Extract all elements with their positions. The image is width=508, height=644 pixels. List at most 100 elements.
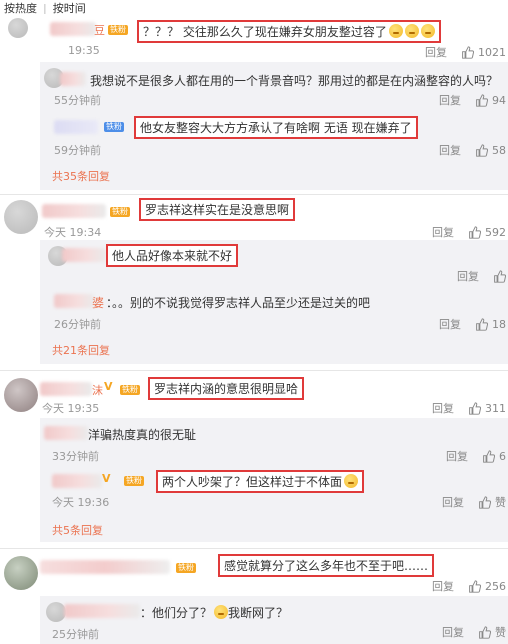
reply-text-continued: 我断网了？ [228,606,289,620]
comment-item: 豆 铁粉 ？？？ 交往那么久了现在嫌弃女朋友整过容了 19:35 回复 1021… [0,14,508,194]
thumb-up-icon [469,225,481,239]
avatar[interactable] [4,200,38,234]
reply-button[interactable]: 回复 [439,316,461,332]
verified-icon: V [104,380,113,393]
like-count: 18 [492,317,506,331]
reply-list: 他人品好像本来就不好 回复 婆 ：。。别的不说我觉得罗志祥人品至少还是过关的吧 … [40,240,508,364]
reply-text: ：。。别的不说我觉得罗志祥人品至少还是过关的吧 [106,296,371,310]
fan-badge: 铁粉 [120,385,140,395]
username[interactable] [54,120,98,134]
reply-text: ：他们分了？ 我断网了？ [140,605,289,620]
reply-button[interactable]: 回复 [446,448,468,464]
emoji-icon [214,605,229,619]
like-button[interactable]: 94 [475,94,506,107]
like-button[interactable]: 311 [468,402,506,415]
reply-text: 我想说不是很多人都在用的一个背景音吗？那用过的都是在内涵整容的人吗？ [90,74,499,88]
like-count: 256 [485,579,506,593]
reply-list: ：他们分了？ 我断网了？ 25分钟前 回复 赞 [40,596,508,644]
like-label: 赞 [495,496,506,509]
avatar[interactable] [46,602,66,622]
expand-replies-link[interactable]: 共5条回复 [52,522,103,538]
username[interactable] [62,248,106,262]
thumb-up-icon [469,401,481,415]
reply-time: 59分钟前 [54,144,101,157]
like-button[interactable]: 6 [482,450,506,463]
comment-item: 铁粉 罗志祥这样实在是没意思啊 今天 19:34 回复 592 他人品好像本来就… [0,196,508,368]
comment-text: ？？？ 交往那么久了现在嫌弃女朋友整过容了 [137,20,441,43]
comment-item: 沫 V 铁粉 罗志祥内涵的意思很明显哈 今天 19:35 回复 311 洋骗热度… [0,374,508,546]
fan-badge: 铁粉 [108,25,128,35]
avatar[interactable] [4,556,38,590]
username[interactable] [64,604,140,618]
reply-time: 今天 19:36 [52,496,110,509]
expand-replies-link[interactable]: 共21条回复 [52,342,110,358]
reply-time: 26分钟前 [54,318,101,331]
reply-button[interactable]: 回复 [439,142,461,158]
like-button[interactable]: 256 [468,580,506,593]
comment-actions: 回复 256 [432,578,506,594]
username[interactable] [40,382,92,396]
reply-button[interactable]: 回复 [432,224,454,240]
reply-time: 25分钟前 [52,628,99,641]
username-partial[interactable]: 婆 [92,294,104,311]
comment-item: 铁粉 感觉就算分了这么多年也不至于吧…… 回复 256 ：他们分了？ 我断网了？ … [0,552,508,644]
reply-text: 他女友整容大大方方承认了有啥啊 无语 现在嫌弃了 [134,116,418,139]
like-button[interactable]: 赞 [478,624,506,640]
thumb-up-icon [479,625,491,639]
avatar[interactable] [4,378,38,412]
username-partial[interactable]: 沫 [92,382,103,398]
reply-text: 洋骗热度真的很无耻 [88,428,197,442]
reply-button[interactable]: 回复 [439,92,461,108]
username[interactable] [44,426,88,440]
reply-button[interactable]: 回复 [457,268,479,284]
username[interactable] [54,294,94,308]
like-count: 592 [485,225,506,239]
reply-actions: 回复 18 [439,316,506,332]
like-button[interactable]: 592 [468,226,506,239]
like-button[interactable] [493,269,506,283]
username[interactable] [50,22,96,36]
thumb-up-icon [479,495,491,509]
fan-badge: 铁粉 [104,122,124,132]
like-button[interactable]: 58 [475,144,506,157]
comment-actions: 回复 311 [432,400,506,416]
username[interactable] [40,560,170,574]
like-button[interactable]: 18 [475,318,506,331]
username[interactable] [60,72,86,86]
comment-time: 19:35 [68,44,100,57]
divider [0,194,508,195]
expand-replies-link[interactable]: 共35条回复 [52,168,110,184]
like-count: 58 [492,143,506,157]
username[interactable] [52,474,102,488]
comment-actions: 回复 1021 [425,44,506,60]
like-count: 94 [492,93,506,107]
comment-text: 感觉就算分了这么多年也不至于吧…… [218,554,435,577]
reply-actions: 回复 6 [446,448,506,464]
reply-time: 55分钟前 [54,94,101,107]
like-count: 311 [485,401,506,415]
verified-icon: V [102,472,111,485]
avatar[interactable] [8,18,28,38]
fan-badge: 铁粉 [124,476,144,486]
fan-badge: 铁粉 [110,207,130,217]
username[interactable] [42,204,106,218]
like-button[interactable]: 1021 [461,46,506,59]
reply-button[interactable]: 回复 [432,400,454,416]
comment-text: 罗志祥内涵的意思很明显哈 [148,377,305,400]
reply-button[interactable]: 回复 [442,624,464,640]
username-partial[interactable]: 豆 [94,22,105,38]
reply-actions: 回复 58 [439,142,506,158]
comment-time: 今天 19:35 [42,402,100,415]
reply-button[interactable]: 回复 [432,578,454,594]
thumb-up-icon [483,449,495,463]
like-count: 6 [499,449,506,463]
like-button[interactable]: 赞 [478,494,506,510]
fan-badge: 铁粉 [176,563,196,573]
reply-button[interactable]: 回复 [442,494,464,510]
reply-time: 33分钟前 [52,450,99,463]
thumb-up-icon [476,317,488,331]
thumb-up-icon [462,45,474,59]
thumb-up-icon [476,143,488,157]
reply-button[interactable]: 回复 [425,44,447,60]
reply-actions: 回复 赞 [442,624,506,640]
